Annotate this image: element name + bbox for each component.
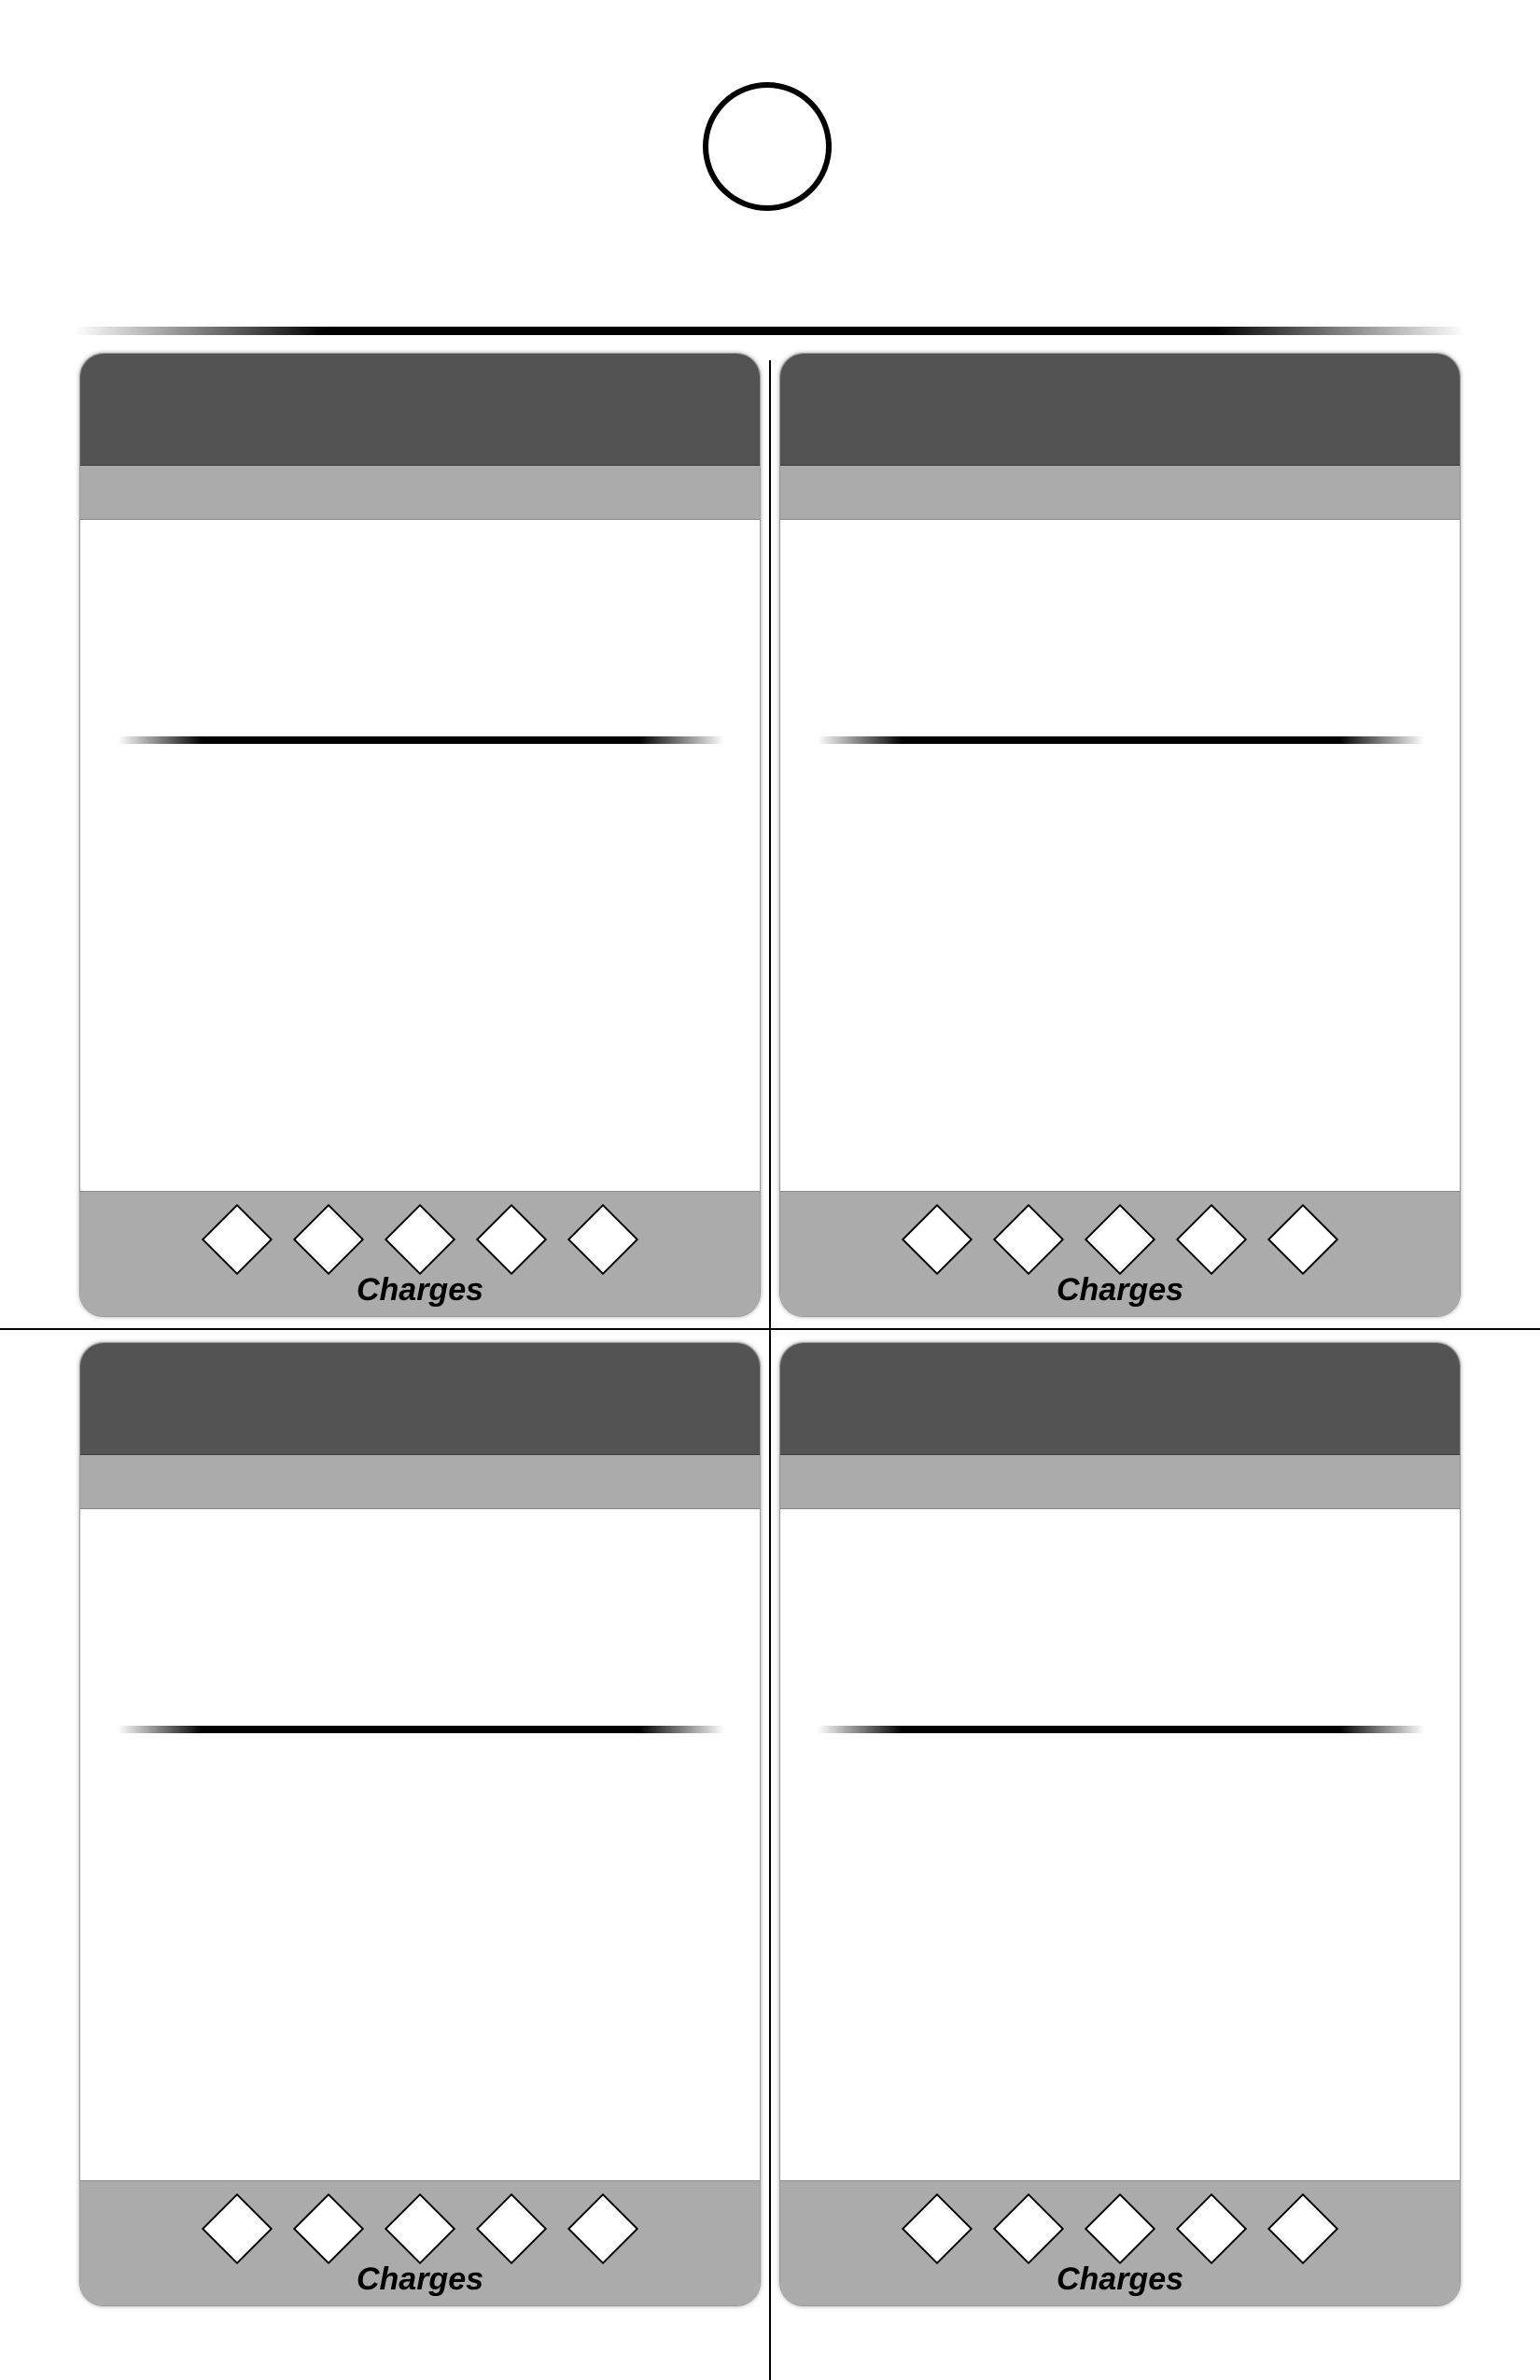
charge-diamond-icon[interactable] [1267,2192,1339,2265]
charge-diamond-icon[interactable] [1267,1203,1339,1276]
charge-diamond-icon[interactable] [992,1203,1065,1276]
card-bottom-left: Charges [79,1342,761,2306]
card-bottom-right: Charges [779,1342,1461,2306]
horizontal-cut-line [0,1328,1540,1330]
card-divider [818,1726,1424,1733]
card-footer: Charges [80,2180,760,2305]
card-footer: Charges [80,1191,760,1316]
charge-diamond-icon[interactable] [1175,1203,1248,1276]
card-divider [118,1726,724,1733]
charge-diamonds [80,2192,760,2265]
charge-diamond-icon[interactable] [901,1203,973,1276]
card-subtitle-bar [780,1455,1460,1509]
charge-diamond-icon[interactable] [1175,2192,1248,2265]
emblem-circle-icon [703,82,832,211]
charge-diamond-icon[interactable] [475,2192,548,2265]
card-subtitle-bar [780,466,1460,520]
charges-label: Charges [356,1272,484,1308]
card-top-right: Charges [779,353,1461,1317]
charge-diamond-icon[interactable] [1084,2192,1156,2265]
charge-diamonds [780,2192,1460,2265]
charge-diamond-icon[interactable] [567,1203,639,1276]
charges-label: Charges [356,2261,484,2297]
charge-diamond-icon[interactable] [201,2192,273,2265]
card-subtitle-bar [80,1455,760,1509]
charge-diamond-icon[interactable] [567,2192,639,2265]
card-title-bar [780,1343,1460,1455]
card-divider [118,736,724,744]
vertical-cut-line [769,360,771,2380]
card-footer: Charges [780,1191,1460,1316]
charge-diamond-icon[interactable] [384,2192,456,2265]
card-footer: Charges [780,2180,1460,2305]
card-subtitle-bar [80,466,760,520]
charge-diamond-icon[interactable] [475,1203,548,1276]
card-title-bar [80,354,760,466]
charge-diamond-icon[interactable] [292,1203,365,1276]
charges-label: Charges [1056,2261,1184,2297]
charge-diamonds [80,1203,760,1276]
charge-diamond-icon[interactable] [201,1203,273,1276]
charges-label: Charges [1056,1272,1184,1308]
card-top-left: Charges [79,353,761,1317]
header-divider [75,327,1465,335]
charge-diamond-icon[interactable] [901,2192,973,2265]
card-title-bar [780,354,1460,466]
charge-diamond-icon[interactable] [384,1203,456,1276]
charge-diamond-icon[interactable] [1084,1203,1156,1276]
charge-diamonds [780,1203,1460,1276]
card-divider [818,736,1424,744]
charge-diamond-icon[interactable] [992,2192,1065,2265]
card-title-bar [80,1343,760,1455]
charge-diamond-icon[interactable] [292,2192,365,2265]
